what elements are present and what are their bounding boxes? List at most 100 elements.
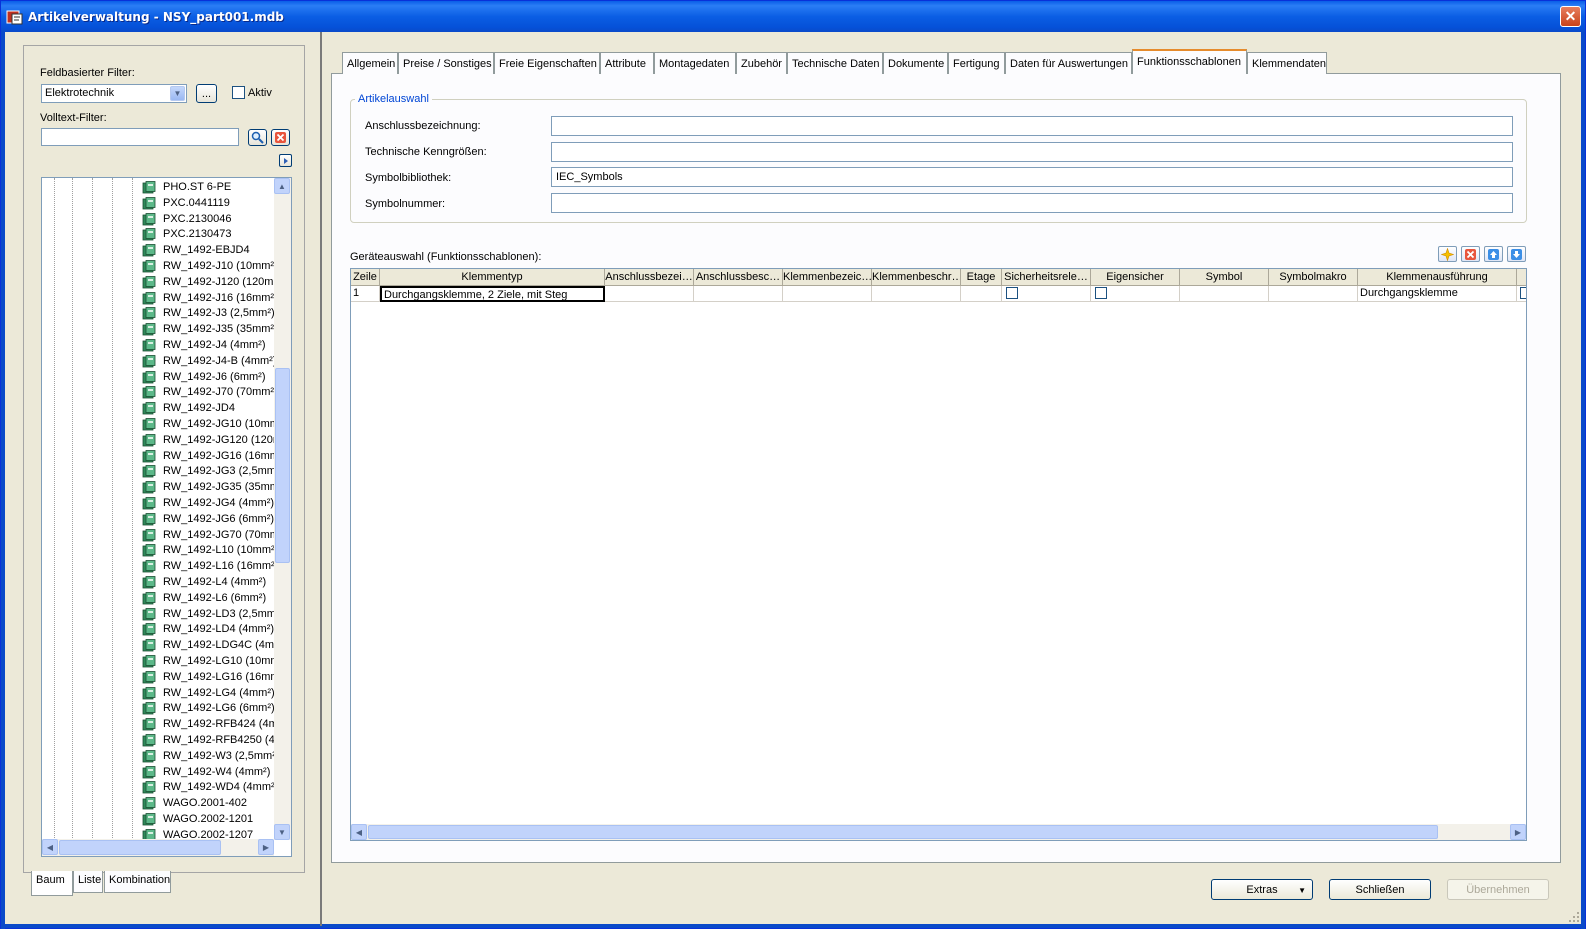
grid-cell-klemmenausfuehrung[interactable]: Durchgangsklemme xyxy=(1358,286,1517,302)
column-header-eigensicher[interactable]: Eigensicher xyxy=(1091,269,1180,286)
more-checkbox[interactable] xyxy=(1520,287,1526,299)
tab-fertigung[interactable]: Fertigung xyxy=(948,52,1005,74)
grid-cell-eigensicher[interactable] xyxy=(1091,286,1180,302)
panel-splitter[interactable] xyxy=(320,32,322,926)
grid-cell-klemmenbezeichnung[interactable] xyxy=(783,286,872,302)
tree-item[interactable]: RW_1492-LD3 (2,5mm² xyxy=(42,607,280,623)
tab-technische-daten[interactable]: Technische Daten xyxy=(787,52,883,74)
tab-liste[interactable]: Liste xyxy=(73,871,103,893)
tree-item[interactable]: RW_1492-J6 (6mm²) xyxy=(42,370,274,386)
tree-item[interactable]: RW_1492-JG3 (2,5mm² xyxy=(42,464,280,480)
tree-item[interactable]: RW_1492-L10 (10mm²) xyxy=(42,543,278,559)
tree-horizontal-scrollbar[interactable]: ◀ ▶ xyxy=(42,839,274,856)
tree-hscroll-thumb[interactable] xyxy=(59,840,221,855)
filter-more-button[interactable]: ... xyxy=(196,84,217,103)
tree-item[interactable]: RW_1492-J16 (16mm²) xyxy=(42,291,278,307)
tree-item[interactable]: RW_1492-J10 (10mm²) xyxy=(42,259,278,275)
scroll-right-icon[interactable]: ▶ xyxy=(1510,824,1526,840)
anschlussbezeichnung-field[interactable] xyxy=(551,116,1513,136)
column-header-klemmenbezeichnung[interactable]: Klemmenbezeic… xyxy=(783,269,872,286)
grid-cell-symbolmakro[interactable] xyxy=(1269,286,1358,302)
tab-zubehoer[interactable]: Zubehör xyxy=(736,52,787,74)
tree-item[interactable]: RW_1492-JD4 xyxy=(42,401,274,417)
column-header-sicherheitsrelevant[interactable]: Sicherheitsrele… xyxy=(1002,269,1091,286)
column-header-klemmentyp[interactable]: Klemmentyp xyxy=(380,269,605,286)
tab-allgemein[interactable]: Allgemein xyxy=(342,52,398,74)
tree-item[interactable]: RW_1492-RFB4250 (4m xyxy=(42,733,284,749)
new-row-button[interactable] xyxy=(1438,246,1457,262)
tree-item[interactable]: RW_1492-EBJD4 xyxy=(42,243,274,259)
tree-item[interactable]: PHO.ST 6-PE xyxy=(42,180,274,196)
column-header-symbolmakro[interactable]: Symbolmakro xyxy=(1269,269,1358,286)
grid-cell-klemmenbeschreibung[interactable] xyxy=(872,286,961,302)
sicherheitsrelevant-checkbox[interactable] xyxy=(1006,287,1018,299)
article-tree[interactable]: PHO.ST 6-PE PXC.0441119 PXC.2130046 PXC.213… xyxy=(41,177,292,857)
tree-scroll-thumb[interactable] xyxy=(275,368,290,563)
scroll-right-icon[interactable]: ▶ xyxy=(258,839,274,855)
tab-attribute[interactable]: Attribute xyxy=(600,52,654,74)
tree-item[interactable]: RW_1492-L16 (16mm²) xyxy=(42,559,278,575)
grid-cell-anschlussbezeichnung[interactable] xyxy=(605,286,694,302)
field-filter-select[interactable]: Elektrotechnik ▼ xyxy=(41,84,187,103)
column-header-etage[interactable]: Etage xyxy=(961,269,1002,286)
grid-cell-klemmentyp[interactable]: Durchgangsklemme, 2 Ziele, mit Steg xyxy=(380,286,605,302)
symbolbibliothek-field[interactable]: IEC_Symbols xyxy=(551,167,1513,187)
tree-item[interactable]: RW_1492-LG16 (16mm² xyxy=(42,670,283,686)
grid-cell-symbol[interactable] xyxy=(1180,286,1269,302)
tree-vertical-scrollbar[interactable]: ▲ ▼ xyxy=(274,178,291,840)
column-header-zeile[interactable]: Zeile xyxy=(351,269,380,286)
tab-baum[interactable]: Baum xyxy=(31,871,73,896)
function-template-grid[interactable]: Zeile Klemmentyp Anschlussbezei… Anschlu… xyxy=(350,268,1527,841)
close-button[interactable]: Schließen xyxy=(1329,879,1431,900)
column-header-klemmenbeschreibung[interactable]: Klemmenbeschr… xyxy=(872,269,961,286)
tree-item[interactable]: RW_1492-J4 (4mm²) xyxy=(42,338,274,354)
column-header-symbol[interactable]: Symbol xyxy=(1180,269,1269,286)
tree-item[interactable]: PXC.2130473 xyxy=(42,227,274,243)
move-down-button[interactable] xyxy=(1507,246,1526,262)
tree-item[interactable]: RW_1492-JG120 (120m xyxy=(42,433,282,449)
tree-item[interactable]: RW_1492-LG10 (10mm² xyxy=(42,654,283,670)
tree-item[interactable]: RW_1492-J120 (120mm xyxy=(42,275,283,291)
tab-montagedaten[interactable]: Montagedaten xyxy=(654,52,736,74)
tree-item[interactable]: RW_1492-L6 (6mm²) xyxy=(42,591,274,607)
fulltext-filter-input[interactable] xyxy=(41,128,239,146)
column-header-anschlussbezeichnung[interactable]: Anschlussbezei… xyxy=(605,269,694,286)
search-button[interactable] xyxy=(248,129,267,146)
eigensicher-checkbox[interactable] xyxy=(1095,287,1107,299)
tab-dokumente[interactable]: Dokumente xyxy=(883,52,948,74)
scroll-left-icon[interactable]: ◀ xyxy=(351,824,367,840)
tree-item[interactable]: RW_1492-JG6 (6mm²) xyxy=(42,512,274,528)
tree-item[interactable]: RW_1492-RFB424 (4mr xyxy=(42,717,281,733)
scroll-up-icon[interactable]: ▲ xyxy=(274,178,290,194)
tree-item[interactable]: RW_1492-W4 (4mm²) xyxy=(42,765,274,781)
tab-klemmendaten[interactable]: Klemmendaten xyxy=(1247,52,1327,74)
tree-item[interactable]: RW_1492-LG4 (4mm²) xyxy=(42,686,275,702)
grid-cell-sicherheitsrelevant[interactable] xyxy=(1002,286,1091,302)
tree-item[interactable]: WAGO.2001-402 xyxy=(42,796,274,812)
tree-item[interactable]: RW_1492-J70 (70mm²) xyxy=(42,385,278,401)
active-checkbox[interactable] xyxy=(232,86,245,99)
close-window-button[interactable]: ✕ xyxy=(1560,6,1581,27)
resize-grip-icon[interactable] xyxy=(1568,911,1580,923)
tab-preise-sonstiges[interactable]: Preise / Sonstiges xyxy=(398,52,494,74)
grid-cell-more[interactable] xyxy=(1517,286,1526,302)
grid-cell-etage[interactable] xyxy=(961,286,1002,302)
tree-item[interactable]: WAGO.2002-1201 xyxy=(42,812,274,828)
move-up-button[interactable] xyxy=(1484,246,1503,262)
tree-item[interactable]: RW_1492-LD4 (4mm²) xyxy=(42,622,274,638)
tree-item[interactable]: RW_1492-JG4 (4mm²) xyxy=(42,496,274,512)
tab-kombination[interactable]: Kombination xyxy=(104,871,171,893)
tree-item[interactable]: RW_1492-JG16 (16mm² xyxy=(42,449,283,465)
tree-item[interactable]: RW_1492-L4 (4mm²) xyxy=(42,575,274,591)
tab-funktionsschablonen[interactable]: Funktionsschablonen xyxy=(1132,49,1247,74)
symbolnummer-field[interactable] xyxy=(551,193,1513,213)
apply-button[interactable]: Übernehmen xyxy=(1447,879,1549,900)
tree-item[interactable]: RW_1492-J3 (2,5mm²) xyxy=(42,306,275,322)
tree-item[interactable]: RW_1492-JG10 (10mm² xyxy=(42,417,283,433)
extras-button[interactable]: Extras ▼ xyxy=(1211,879,1313,900)
tree-item[interactable]: RW_1492-JG70 (70mm² xyxy=(42,528,283,544)
tree-item[interactable]: RW_1492-J4-B (4mm²) xyxy=(42,354,277,370)
tab-daten-fuer-auswertungen[interactable]: Daten für Auswertungen xyxy=(1005,52,1132,74)
tree-item[interactable]: RW_1492-LG6 (6mm²) xyxy=(42,701,275,717)
technische-kenngroessen-field[interactable] xyxy=(551,142,1513,162)
